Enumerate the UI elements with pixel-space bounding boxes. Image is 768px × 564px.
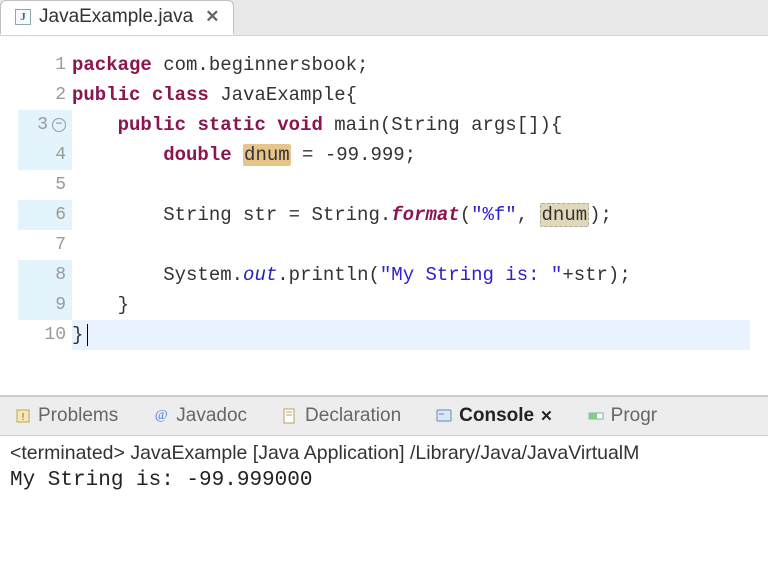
gutter-line: 3− bbox=[18, 110, 72, 140]
gutter-line: 5 bbox=[18, 170, 72, 200]
declaration-icon bbox=[281, 407, 299, 425]
gutter-line: 4 bbox=[18, 140, 72, 170]
code-line[interactable] bbox=[72, 230, 750, 260]
gutter-line: 6 bbox=[18, 200, 72, 230]
editor-tab-bar: J JavaExample.java ✕ bbox=[0, 0, 768, 36]
bottom-tab-bar: ! Problems @ Javadoc Declaration Console… bbox=[0, 396, 768, 436]
code-line[interactable]: public class JavaExample{ bbox=[72, 80, 750, 110]
text-cursor bbox=[87, 324, 88, 346]
tab-filename: JavaExample.java bbox=[39, 6, 193, 28]
fold-icon[interactable]: − bbox=[52, 118, 66, 132]
gutter: 1 2 3− 4 5 6 7 8 9 10 bbox=[18, 50, 72, 377]
tab-label: Problems bbox=[38, 405, 118, 427]
tab-declaration[interactable]: Declaration bbox=[273, 401, 409, 431]
code-editor[interactable]: 1 2 3− 4 5 6 7 8 9 10 package com.beginn… bbox=[0, 36, 768, 396]
progress-icon bbox=[587, 407, 605, 425]
console-output[interactable]: My String is: -99.999000 bbox=[0, 465, 768, 492]
close-icon[interactable]: ✕ bbox=[205, 7, 219, 27]
code-line[interactable]: System.out.println("My String is: "+str)… bbox=[72, 260, 750, 290]
javadoc-icon: @ bbox=[152, 407, 170, 425]
gutter-line: 9 bbox=[18, 290, 72, 320]
code-line[interactable]: String str = String.format("%f", dnum); bbox=[72, 200, 750, 230]
tab-label: Progr bbox=[611, 405, 657, 427]
console-status: <terminated> JavaExample [Java Applicati… bbox=[0, 436, 768, 465]
code-line-current[interactable]: } bbox=[72, 320, 750, 350]
gutter-line: 10 bbox=[18, 320, 72, 350]
variable-dnum: dnum bbox=[243, 144, 291, 166]
tab-label: Javadoc bbox=[176, 405, 247, 427]
code-area[interactable]: package com.beginnersbook; public class … bbox=[72, 50, 750, 377]
tab-label: Declaration bbox=[305, 405, 401, 427]
code-line[interactable]: double dnum = -99.999; bbox=[72, 140, 750, 170]
code-line[interactable]: } bbox=[72, 290, 750, 320]
variable-dnum-ref: dnum bbox=[540, 203, 590, 227]
gutter-line: 1 bbox=[18, 50, 72, 80]
gutter-line: 8 bbox=[18, 260, 72, 290]
tab-javadoc[interactable]: @ Javadoc bbox=[144, 401, 255, 431]
code-line[interactable]: package com.beginnersbook; bbox=[72, 50, 750, 80]
editor-tab-javaexample[interactable]: J JavaExample.java ✕ bbox=[0, 0, 234, 35]
code-line[interactable] bbox=[72, 170, 750, 200]
gutter-line: 7 bbox=[18, 230, 72, 260]
tab-label: Console bbox=[459, 405, 534, 427]
console-icon bbox=[435, 407, 453, 425]
tab-console[interactable]: Console ✕ bbox=[427, 401, 561, 431]
problems-icon: ! bbox=[14, 407, 32, 425]
tab-progress[interactable]: Progr bbox=[579, 401, 665, 431]
gutter-line: 2 bbox=[18, 80, 72, 110]
java-file-icon: J bbox=[15, 9, 31, 25]
close-icon[interactable]: ✕ bbox=[540, 407, 553, 425]
svg-text:!: ! bbox=[22, 412, 25, 423]
tab-problems[interactable]: ! Problems bbox=[6, 401, 126, 431]
code-line[interactable]: public static void main(String args[]){ bbox=[72, 110, 750, 140]
